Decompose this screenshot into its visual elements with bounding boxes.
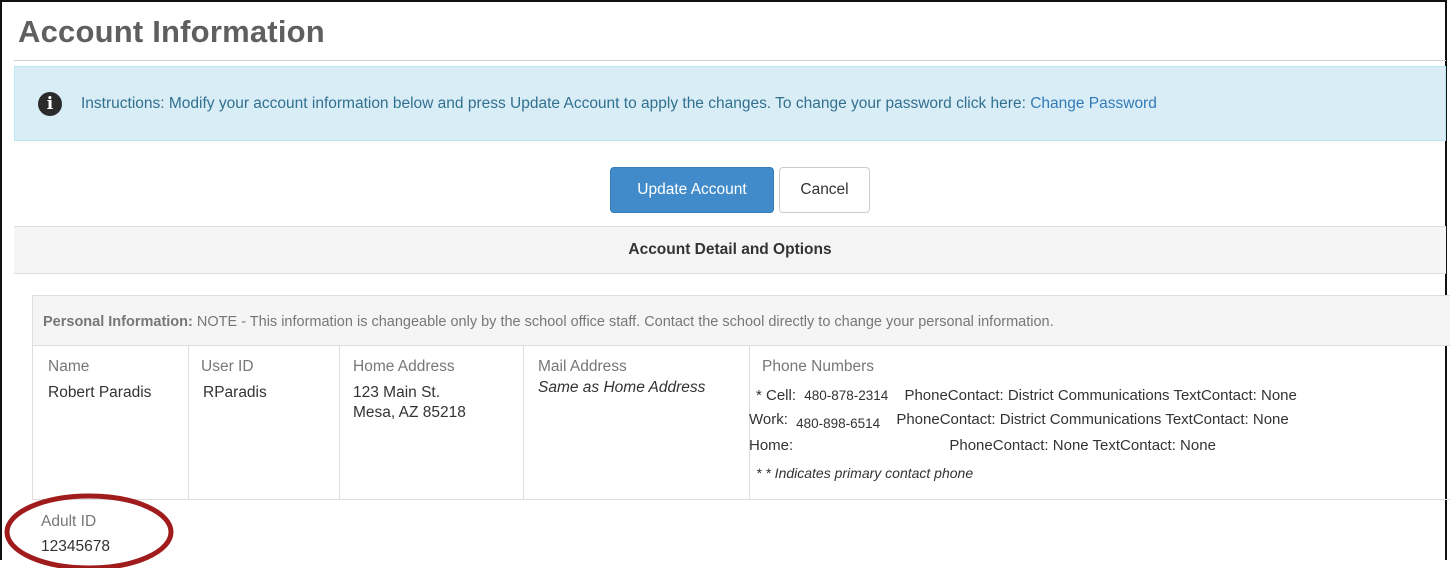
- panel-heading: Personal Information: NOTE - This inform…: [33, 296, 1450, 346]
- personal-info-note-text: NOTE - This information is changeable on…: [192, 314, 1054, 330]
- mail-address-label: Mail Address: [538, 358, 627, 375]
- mail-address-column: Mail Address Same as Home Address: [538, 358, 705, 398]
- home-address-label: Home Address: [353, 358, 455, 375]
- phone-numbers-label: Phone Numbers: [762, 358, 875, 375]
- column-divider: [523, 346, 524, 499]
- phone-row-cell: * Cell: 480-878-2314 PhoneContact: Distr…: [756, 387, 1297, 404]
- primary-phone-note: * * Indicates primary contact phone: [756, 465, 974, 481]
- instructions-alert: i Instructions: Modify your account info…: [14, 66, 1446, 141]
- phone-numbers-column: Phone Numbers: [762, 358, 874, 383]
- phone-row-work: Work: 480-898-6514 PhoneContact: Distric…: [749, 411, 1289, 431]
- userid-value: RParadis: [203, 384, 267, 401]
- name-label: Name: [48, 358, 90, 375]
- title-divider: [14, 60, 1446, 61]
- phone-contact: PhoneContact: District Communications Te…: [904, 387, 1297, 404]
- phone-type: Home:: [749, 437, 794, 454]
- info-circle-icon: i: [38, 92, 62, 116]
- column-divider: [188, 346, 189, 499]
- change-password-link[interactable]: Change Password: [1030, 95, 1157, 112]
- userid-column: User ID RParadis: [201, 358, 267, 403]
- instructions-body: Instructions: Modify your account inform…: [81, 95, 1031, 112]
- phone-number: 480-898-6514: [796, 416, 881, 431]
- personal-info-heading: Personal Information:: [43, 314, 193, 330]
- instructions-text: Instructions: Modify your account inform…: [81, 95, 1157, 113]
- phone-row-home: Home: PhoneContact: None TextContact: No…: [749, 437, 1216, 454]
- update-account-button[interactable]: Update Account: [610, 167, 774, 213]
- page-title: Account Information: [18, 14, 325, 49]
- column-divider: [339, 346, 340, 499]
- personal-info-note: Personal Information: NOTE - This inform…: [43, 314, 1054, 330]
- home-address-line2: Mesa, AZ 85218: [353, 404, 466, 421]
- phone-contact: PhoneContact: None TextContact: None: [949, 437, 1216, 454]
- phone-type: * Cell:: [756, 387, 797, 404]
- home-address-column: Home Address 123 Main St. Mesa, AZ 85218: [353, 358, 466, 423]
- section-header: Account Detail and Options: [14, 226, 1446, 274]
- phone-contact: PhoneContact: District Communications Te…: [896, 411, 1289, 428]
- cancel-button[interactable]: Cancel: [779, 167, 870, 213]
- mail-address-value: Same as Home Address: [538, 379, 706, 396]
- annotation-circle-icon: [4, 493, 174, 568]
- name-column: Name Robert Paradis: [48, 358, 151, 403]
- home-address-line1: 123 Main St.: [353, 384, 441, 401]
- phone-type: Work:: [749, 411, 788, 428]
- phone-number: 480-878-2314: [804, 388, 889, 403]
- userid-label: User ID: [201, 358, 254, 375]
- name-value: Robert Paradis: [48, 384, 152, 401]
